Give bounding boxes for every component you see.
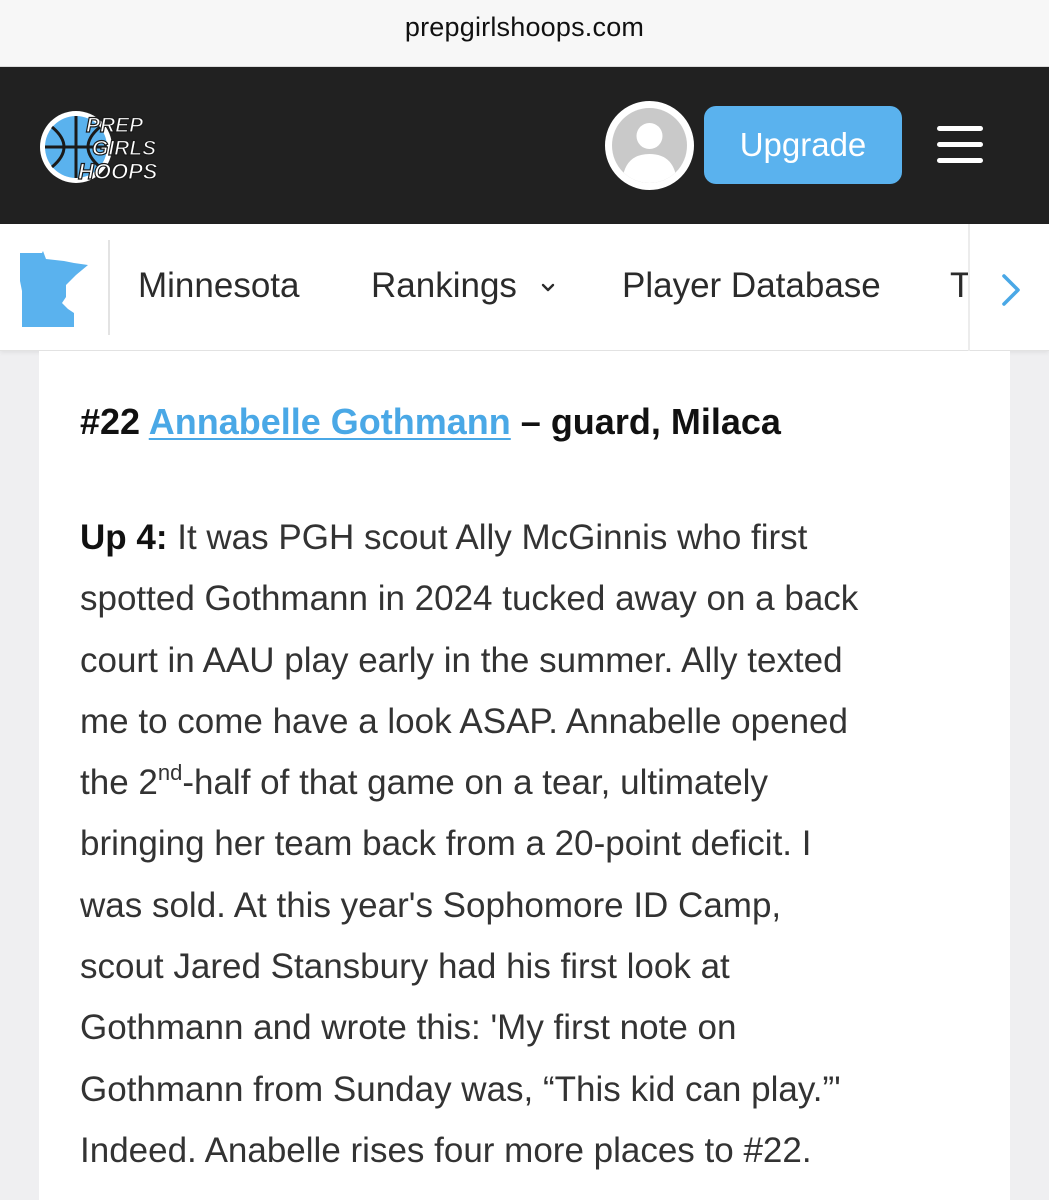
article-card: #22 Annabelle Gothmann – guard, Milaca U… — [39, 351, 1010, 1200]
nav-item-label: Player Database — [622, 266, 881, 305]
nav-item-truncated[interactable]: T — [950, 266, 968, 306]
text-line: Up 4: It was PGH scout Ally McGinnis who… — [80, 518, 808, 557]
text-line: bringing her team back from a 20-point d… — [80, 824, 812, 864]
upgrade-button[interactable]: Upgrade — [704, 106, 902, 184]
ordinal-suffix: nd — [157, 760, 183, 786]
player-description: Up 4: It was PGH scout Ally McGinnis who… — [80, 507, 980, 1181]
text-line: court in AAU play early in the summer. A… — [80, 640, 843, 680]
nav-item-label: Rankings — [371, 266, 517, 305]
logo-word-2: GIRLS — [92, 137, 156, 160]
hamburger-menu-icon[interactable] — [937, 126, 983, 164]
sub-navigation: Minnesota Rankings Player Database T — [0, 224, 1049, 351]
minnesota-map-icon[interactable] — [20, 251, 88, 327]
avatar-placeholder-icon — [612, 108, 687, 183]
text-line: the 2nd-half of that game on a tear, ult… — [80, 760, 768, 803]
player-rank: #22 — [80, 401, 141, 442]
nav-item-label: Minnesota — [138, 266, 300, 305]
text-line: Gothmann and wrote this: 'My first note … — [80, 1008, 737, 1048]
nav-item-minnesota[interactable]: Minnesota — [138, 266, 299, 306]
text-line: Indeed. Anabelle rises four more places … — [80, 1130, 812, 1170]
user-avatar[interactable] — [605, 101, 694, 190]
player-name-link[interactable]: Annabelle Gothmann — [149, 401, 511, 442]
logo-word-3: HOOPS — [78, 159, 158, 184]
chevron-down-icon — [541, 283, 554, 291]
text-line: me to come have a look ASAP. Annabelle o… — [80, 701, 848, 741]
nav-divider — [108, 240, 110, 335]
player-position-school: – guard, Milaca — [520, 401, 781, 442]
text-line: Gothmann from Sunday was, “This kid can … — [80, 1069, 841, 1109]
url-text[interactable]: prepgirlshoops.com — [0, 12, 1049, 43]
browser-url-bar[interactable]: prepgirlshoops.com — [0, 0, 1049, 67]
text-line: spotted Gothmann in 2024 tucked away on … — [80, 579, 859, 619]
site-header: PREP GIRLS HOOPS Upgrade — [0, 67, 1049, 224]
movement-label: Up 4: — [80, 518, 168, 557]
logo-word-1: PREP — [86, 114, 144, 137]
nav-item-rankings[interactable]: Rankings — [371, 266, 555, 306]
text-line: was sold. At this year's Sophomore ID Ca… — [80, 885, 782, 925]
nav-scroll-divider — [968, 224, 970, 351]
text-line: scout Jared Stansbury had his first look… — [80, 947, 730, 987]
chevron-right-icon[interactable] — [992, 270, 1028, 310]
nav-item-label: T — [950, 266, 968, 305]
player-heading: #22 Annabelle Gothmann – guard, Milaca — [80, 401, 781, 443]
nav-item-player-database[interactable]: Player Database — [622, 266, 881, 306]
prep-girls-hoops-logo[interactable]: PREP GIRLS HOOPS — [38, 107, 188, 187]
